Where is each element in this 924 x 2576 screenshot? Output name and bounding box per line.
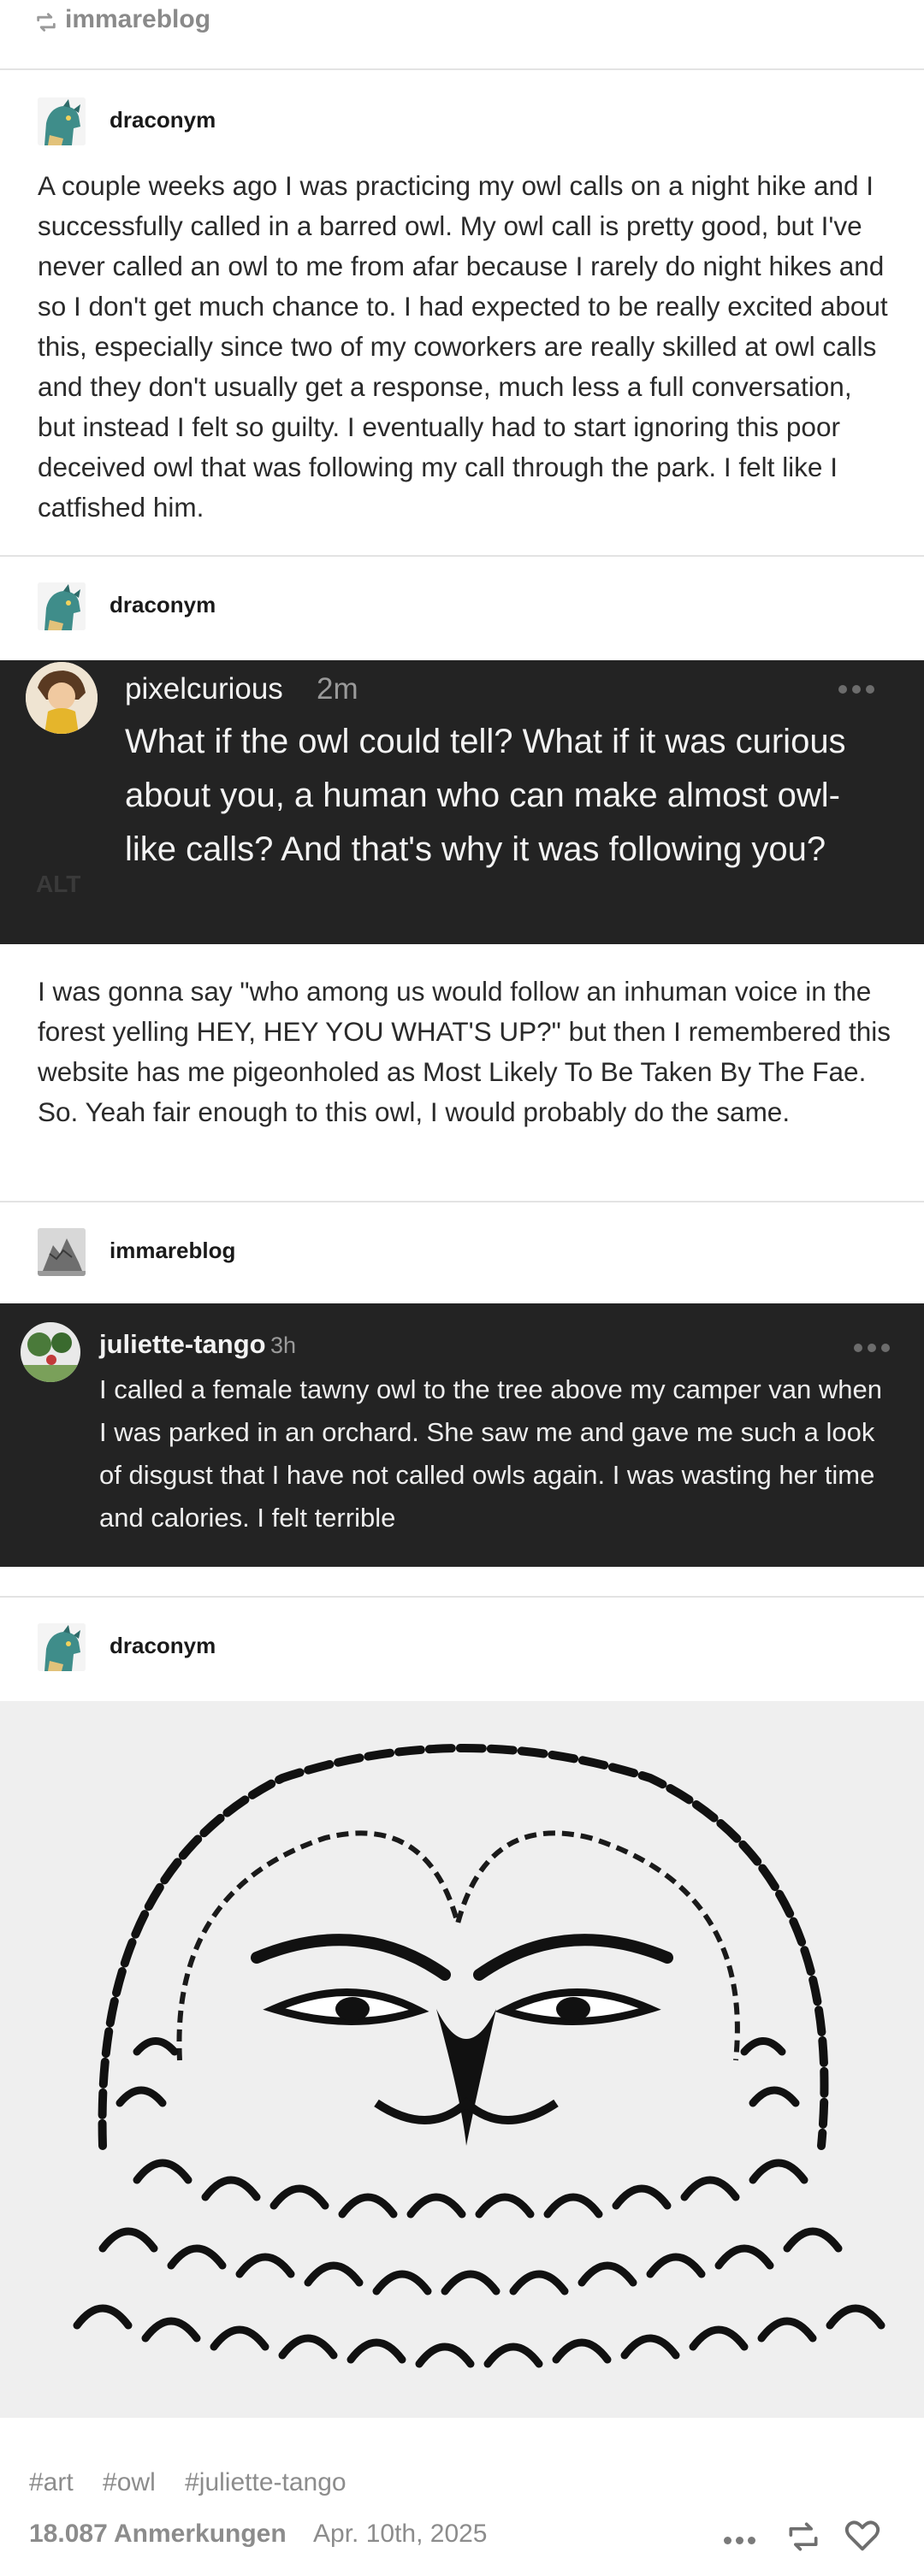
alt-label[interactable]: ALT [36, 871, 80, 898]
screenshot-avatar [21, 1322, 80, 1382]
screenshot-username: pixelcurious [125, 672, 283, 706]
more-icon [854, 1341, 895, 1356]
post-username[interactable]: draconym [110, 592, 216, 618]
screenshot-image: juliette-tango 3h I called a female tawn… [0, 1303, 924, 1567]
owl-drawing-image[interactable] [0, 1701, 924, 2418]
reblog-icon[interactable] [784, 2518, 823, 2555]
screenshot-username: juliette-tango [99, 1329, 266, 1359]
trail-item-header: immareblog [0, 1202, 924, 1305]
post-text: A couple weeks ago I was practicing my o… [38, 170, 888, 523]
reblog-icon [37, 13, 56, 32]
tag-link[interactable]: #owl [103, 2468, 156, 2496]
avatar[interactable] [38, 97, 86, 145]
tag-list: #art #owl #juliette-tango [29, 2468, 369, 2497]
heart-icon[interactable] [842, 2516, 883, 2555]
screenshot-time: 2m [317, 672, 358, 706]
screenshot-avatar [26, 662, 98, 734]
trail-item-header: draconym [0, 1598, 924, 1700]
post-username[interactable]: draconym [110, 1633, 216, 1659]
tag-link[interactable]: #juliette-tango [185, 2468, 346, 2496]
tag-link[interactable]: #art [29, 2468, 74, 2496]
screenshot-time: 3h [270, 1332, 297, 1358]
screenshot-text: I called a female tawny owl to the tree … [99, 1374, 882, 1533]
trail-item-header: draconym [0, 72, 924, 174]
reblog-header: immareblog [0, 0, 924, 70]
trail-item-header: draconym [0, 557, 924, 659]
avatar[interactable] [38, 1228, 86, 1276]
post-footer: 18.087 Anmerkungen Apr. 10th, 2025 [0, 2511, 924, 2562]
avatar[interactable] [38, 1623, 86, 1671]
post-date[interactable]: Apr. 10th, 2025 [313, 2520, 488, 2549]
screenshot-image: pixelcurious 2m What if the owl could te… [0, 660, 924, 944]
more-icon[interactable] [724, 2533, 760, 2549]
notes-count[interactable]: 18.087 Anmerkungen [29, 2520, 287, 2549]
screenshot-text: What if the owl could tell? What if it w… [125, 723, 846, 868]
reblog-username[interactable]: immareblog [65, 5, 210, 34]
post-username[interactable]: immareblog [110, 1238, 235, 1264]
avatar[interactable] [38, 582, 86, 630]
post-username[interactable]: draconym [110, 107, 216, 133]
more-icon [838, 682, 880, 698]
post-text: I was gonna say "who among us would foll… [38, 976, 891, 1127]
